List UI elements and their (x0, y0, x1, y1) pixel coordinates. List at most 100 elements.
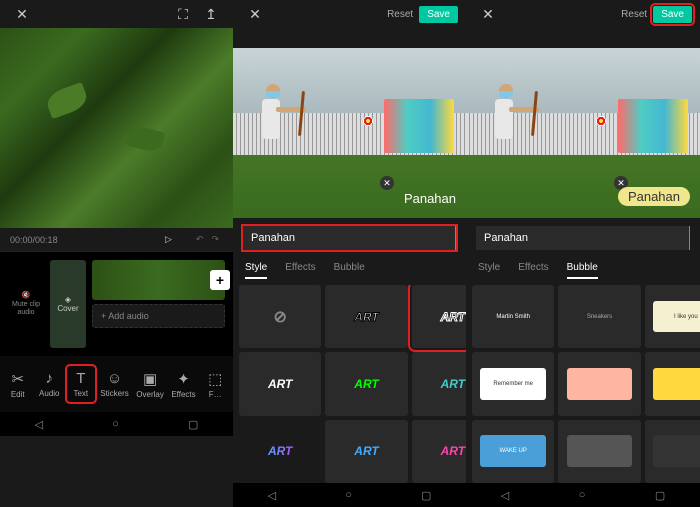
nav-home[interactable]: ○ (579, 489, 586, 501)
topbar: ✕ ⛶ ↥ (0, 0, 233, 28)
bubble-option[interactable] (645, 420, 700, 483)
style-option[interactable]: ART (325, 420, 407, 483)
style-grid: ⊘ARTARTARTARTARTARTARTARTARTARTART (233, 285, 466, 483)
tab-bubble[interactable]: Bubble (567, 258, 598, 279)
fullscreen-icon[interactable]: ⛶ (175, 6, 191, 22)
bubble-option[interactable]: Remember me (472, 352, 554, 415)
style-option[interactable]: ART (239, 352, 321, 415)
topbar: ✕ Reset Save (233, 0, 466, 28)
style-option[interactable]: ART (325, 352, 407, 415)
style-option[interactable]: ART (412, 285, 466, 348)
nav-home[interactable]: ○ (345, 489, 352, 501)
android-navbar: ◁ ○ ▢ (233, 483, 466, 507)
edit-icon: ✂ (11, 370, 24, 388)
bubble-option[interactable] (558, 352, 640, 415)
topbar: ✕ Reset Save (466, 0, 700, 28)
video-preview[interactable]: ✕ Panahan (233, 48, 466, 218)
add-audio-row[interactable]: + Add audio (92, 304, 225, 328)
export-icon[interactable]: ↥ (203, 6, 219, 22)
text-overlay[interactable]: Panahan (404, 191, 456, 206)
tab-effects[interactable]: Effects (285, 258, 315, 279)
time-current: 00:00 (10, 235, 33, 245)
text-input[interactable] (243, 226, 456, 250)
bubble-option[interactable]: WAKE UP (472, 420, 554, 483)
text-input[interactable] (476, 226, 690, 250)
text-delete-handle[interactable]: ✕ (380, 176, 394, 190)
tool-effects[interactable]: ✦ Effects (169, 366, 197, 403)
timeline[interactable]: 🔇 Mute clip audio ◈ Cover + + Add audio (0, 251, 233, 356)
tool-label: Overlay (136, 390, 164, 399)
style-option[interactable]: ⊘ (239, 285, 321, 348)
bubble-grid: Martin SmithSneakersI like youYour Words… (466, 285, 700, 483)
tab-style[interactable]: Style (245, 258, 267, 279)
close-icon[interactable]: ✕ (480, 6, 496, 22)
effects-icon: ✦ (177, 370, 190, 388)
time-row: 00:00/00:18 ▷ ↶ ↷ (0, 228, 233, 251)
tool-stickers[interactable]: ☺ Stickers (98, 366, 130, 402)
save-button[interactable]: Save (419, 6, 458, 23)
editor-panel: ✕ ⛶ ↥ 00:00/00:18 ▷ ↶ ↷ 🔇 Mute clip audi… (0, 0, 233, 507)
text-style-panel: ✕ Reset Save ✕ Panahan Style Effects Bubbl… (233, 0, 466, 507)
nav-back[interactable]: ◁ (268, 489, 276, 502)
style-option[interactable]: ART (325, 285, 407, 348)
close-icon[interactable]: ✕ (247, 6, 263, 22)
tab-style[interactable]: Style (478, 258, 500, 279)
tool-label: Effects (171, 390, 195, 399)
speaker-icon: 🔇 (22, 291, 31, 299)
text-input-row (233, 218, 466, 258)
tool-f…[interactable]: ⬚ F… (201, 366, 229, 403)
nav-back[interactable]: ◁ (35, 418, 43, 431)
mute-clip-button[interactable]: 🔇 Mute clip audio (8, 260, 44, 348)
play-icon[interactable]: ▷ (165, 234, 172, 245)
undo-icon[interactable]: ↶ (196, 234, 204, 245)
tab-bubble[interactable]: Bubble (334, 258, 365, 279)
style-tabs: Style Effects Bubble (466, 258, 700, 279)
text-overlay[interactable]: Panahan (618, 187, 690, 206)
style-option[interactable]: ART (412, 352, 466, 415)
mute-label: Mute clip audio (8, 301, 44, 316)
save-button[interactable]: Save (653, 6, 692, 23)
nav-recent[interactable]: ▢ (188, 418, 198, 431)
text-icon: T (76, 370, 85, 387)
nav-recent[interactable]: ▢ (421, 489, 431, 502)
bubble-option[interactable] (645, 352, 700, 415)
tool-audio[interactable]: ♪Audio (35, 366, 63, 402)
bottom-toolbar: ✂ Edit ♪Audio T Text ☺ Stickers ▣ Overlay ✦ Effect… (0, 356, 233, 412)
tool-label: Audio (39, 389, 59, 398)
cover-button[interactable]: ◈ Cover (50, 260, 86, 348)
style-option[interactable]: ART (239, 420, 321, 483)
time-total: 00:18 (35, 235, 58, 245)
tool-label: F… (209, 390, 222, 399)
nav-recent[interactable]: ▢ (655, 489, 665, 502)
style-tabs: Style Effects Bubble (233, 258, 466, 279)
tool-text[interactable]: T Text (67, 366, 95, 402)
preview-frame (0, 28, 233, 228)
video-preview[interactable] (0, 28, 233, 228)
style-option[interactable]: ART (412, 420, 466, 483)
reset-button[interactable]: Reset (387, 9, 413, 20)
nav-home[interactable]: ○ (112, 418, 119, 430)
stickers-icon: ☺ (107, 370, 122, 387)
bubble-option[interactable]: I like you (645, 285, 700, 348)
tool-overlay[interactable]: ▣ Overlay (134, 366, 166, 403)
bubble-option[interactable]: Sneakers (558, 285, 640, 348)
reset-button[interactable]: Reset (621, 9, 647, 20)
add-clip-button[interactable]: + (210, 270, 230, 290)
cover-icon: ◈ (65, 295, 71, 304)
tab-effects[interactable]: Effects (518, 258, 548, 279)
redo-icon[interactable]: ↷ (211, 234, 219, 245)
tool-label: Edit (11, 390, 25, 399)
close-icon[interactable]: ✕ (14, 6, 30, 22)
text-bubble-panel: ✕ Reset Save ✕ Panahan Style Effects Bubbl… (466, 0, 700, 507)
video-preview[interactable]: ✕ Panahan (466, 48, 700, 218)
android-navbar: ◁ ○ ▢ (466, 483, 700, 507)
tool-edit[interactable]: ✂ Edit (4, 366, 32, 403)
overlay-icon: ▣ (143, 370, 157, 388)
tool-label: Text (73, 389, 88, 398)
video-clip[interactable]: + (92, 260, 225, 300)
bubble-option[interactable]: Martin Smith (472, 285, 554, 348)
bubble-option[interactable] (558, 420, 640, 483)
tool-label: Stickers (100, 389, 128, 398)
nav-back[interactable]: ◁ (501, 489, 509, 502)
f…-icon: ⬚ (208, 370, 222, 388)
